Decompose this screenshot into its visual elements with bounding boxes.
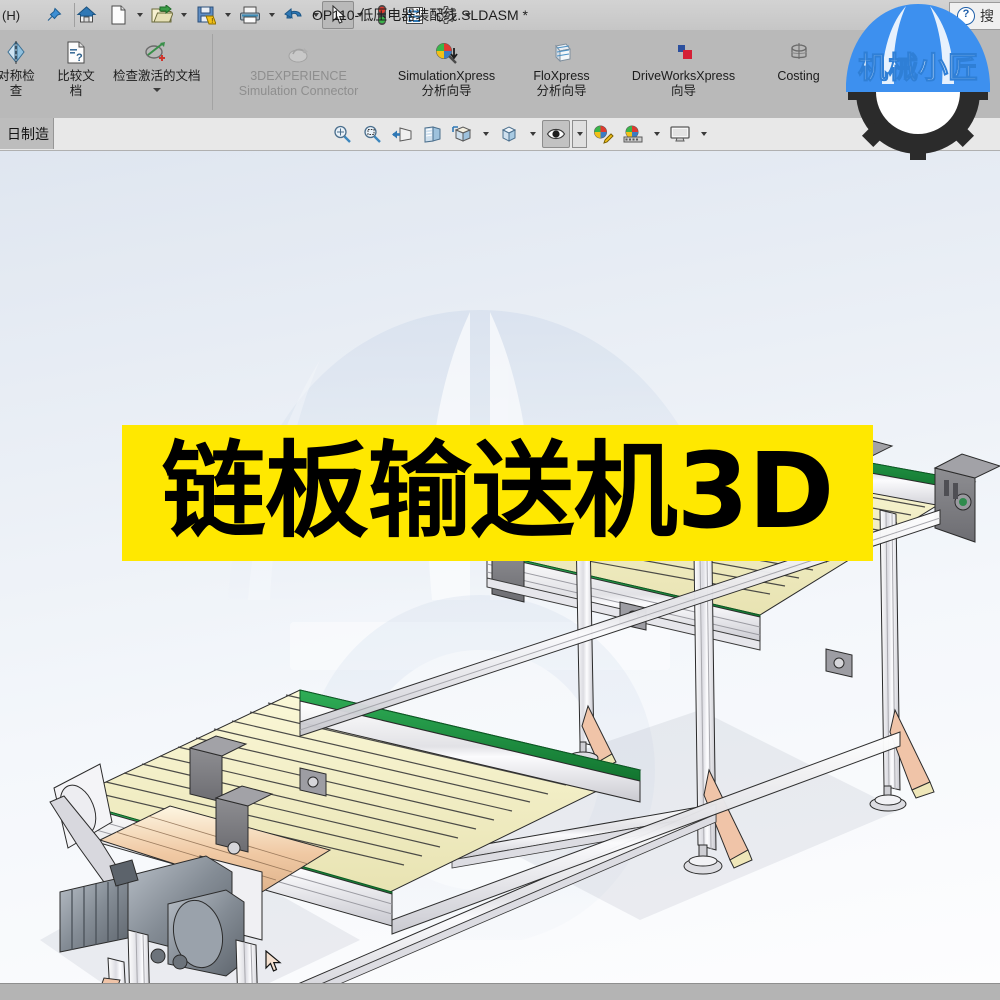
svg-text:?: ?: [76, 52, 83, 64]
select-chevron-down-icon[interactable]: [354, 2, 366, 28]
open-chevron-down-icon[interactable]: [178, 2, 190, 28]
zoom-to-fit-icon[interactable]: [328, 120, 356, 148]
ribbon-item-label: DriveWorksXpress 向导: [631, 69, 736, 98]
hide-show-items-icon[interactable]: [542, 120, 570, 148]
costing-icon: [786, 36, 812, 66]
print-chevron-down-icon[interactable]: [266, 2, 278, 28]
display-style-icon[interactable]: [495, 120, 523, 148]
new-document-icon[interactable]: [102, 1, 134, 29]
viewport-chevron-down-icon[interactable]: [696, 120, 711, 148]
open-folder-icon[interactable]: [146, 1, 178, 29]
ribbon-item-label: SimulationXpress 分析向导: [397, 69, 496, 98]
ribbon-item-label: 对称检 查: [0, 69, 35, 98]
home-icon[interactable]: [70, 1, 102, 29]
ribbon-item-floxpress[interactable]: FloXpress 分析向导: [513, 30, 611, 99]
brand-logo-text: 机械小匠: [858, 51, 978, 86]
conveyor-3d-model[interactable]: [0, 150, 1000, 983]
options-list-icon[interactable]: [398, 1, 430, 29]
ribbon-item-label: Costing: [777, 69, 820, 83]
promo-banner-text: 链板输送机3D: [161, 430, 835, 552]
view-toolbar: [328, 118, 711, 150]
save-chevron-down-icon[interactable]: [222, 2, 234, 28]
floxpress-icon: [549, 36, 575, 66]
apply-scene-chevron-down-icon[interactable]: [649, 120, 664, 148]
undo-chevron-down-icon[interactable]: [310, 2, 322, 28]
save-icon[interactable]: !: [190, 1, 222, 29]
3dexperience-simulation-icon: [285, 36, 313, 66]
options-chevron-down-icon[interactable]: [462, 2, 474, 28]
display-style-chevron-down-icon[interactable]: [525, 120, 540, 148]
quick-access-toolbar: !: [70, 0, 474, 30]
ribbon-item-3dexperience-simulation-connector: 3DEXPERIENCE Simulation Connector: [217, 30, 381, 99]
svg-text:!: !: [211, 18, 213, 25]
ribbon-item-label: 检查激活的文档: [113, 69, 201, 83]
brand-logo: 机械小匠: [846, 4, 990, 160]
gear-icon[interactable]: [430, 1, 462, 29]
rebuild-status-icon[interactable]: [366, 1, 398, 29]
status-bar: [0, 983, 1000, 1000]
ribbon-item-label: 比较文 档: [57, 69, 95, 98]
mouse-cursor: [265, 950, 282, 972]
new-document-chevron-down-icon[interactable]: [134, 2, 146, 28]
apply-scene-icon[interactable]: [619, 120, 647, 148]
edit-appearance-icon[interactable]: [589, 120, 617, 148]
viewport-icon[interactable]: [666, 120, 694, 148]
ribbon-item-driveworksxpress[interactable]: DriveWorksXpress 向导: [611, 30, 757, 99]
check-active-document-icon: [142, 36, 172, 66]
undo-icon[interactable]: [278, 1, 310, 29]
ribbon-item-symmetry-check[interactable]: 对称检 查: [0, 30, 46, 99]
ribbon-item-compare-documents[interactable]: ? 比较文 档: [46, 30, 106, 99]
graphics-area[interactable]: [0, 150, 1000, 983]
hide-show-chevron-down-icon[interactable]: [572, 120, 587, 148]
tab-sustainable-manufacturing[interactable]: 日制造: [0, 118, 54, 149]
symmetry-check-icon: [3, 36, 29, 66]
select-cursor-icon[interactable]: [322, 1, 354, 29]
print-icon[interactable]: [234, 1, 266, 29]
ribbon-item-label: 3DEXPERIENCE Simulation Connector: [238, 69, 359, 98]
ribbon-item-check-active-document[interactable]: 检查激活的文档: [106, 30, 208, 94]
ribbon-divider: [211, 34, 213, 110]
menu-hint-label: (H): [2, 7, 21, 23]
simulationxpress-icon: [433, 36, 461, 66]
ribbon-item-simulationxpress[interactable]: SimulationXpress 分析向导: [381, 30, 513, 99]
view-orientation-chevron-down-icon[interactable]: [478, 120, 493, 148]
previous-view-icon[interactable]: [388, 120, 416, 148]
driveworksxpress-icon: [671, 36, 697, 66]
ribbon-item-chevron-down-icon[interactable]: [152, 88, 161, 92]
ribbon-item-costing[interactable]: Costing: [757, 30, 841, 84]
section-view-icon[interactable]: [418, 120, 446, 148]
pin-icon[interactable]: [40, 2, 66, 28]
zoom-to-area-icon[interactable]: [358, 120, 386, 148]
ribbon-item-label: FloXpress 分析向导: [533, 69, 590, 98]
view-orientation-icon[interactable]: [448, 120, 476, 148]
compare-documents-icon: ?: [63, 36, 89, 66]
promo-banner: 链板输送机3D: [122, 425, 873, 561]
solidworks-window: 链板输送机3D (H) ! OP110-低压电器装配线.SLDASM * ? 搜…: [0, 0, 1000, 1000]
